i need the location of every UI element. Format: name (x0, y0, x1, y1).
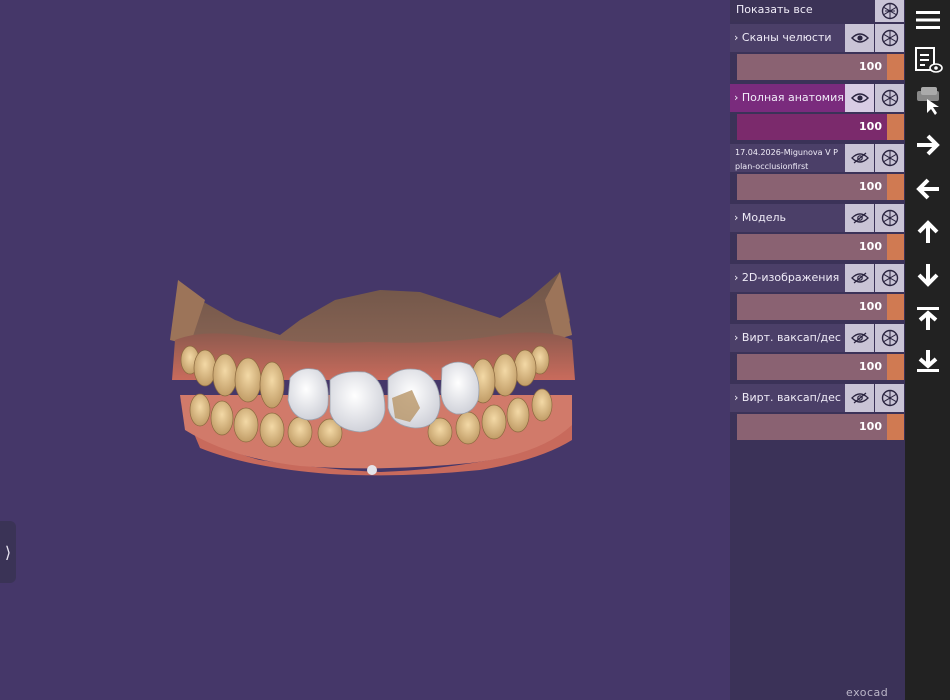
view-bottom-icon (916, 350, 939, 372)
eye-half-icon[interactable] (845, 384, 874, 412)
transparency-value: 100 (859, 240, 882, 253)
visibility-group[interactable]: › 2D-изображения 100 (730, 264, 905, 320)
3d-viewport[interactable]: ⟩ (0, 0, 730, 700)
group-header[interactable]: 17.04.2026-Migunova V Pplan-occlusionfir… (730, 144, 845, 172)
group-label: › 2D-изображения (734, 271, 840, 284)
show-all-label: Показать все (736, 3, 813, 16)
group-label: › Модель (734, 211, 787, 224)
transparency-value: 100 (859, 420, 882, 433)
expand-left-panel-button[interactable]: ⟩ (0, 521, 16, 583)
select-object-button[interactable] (905, 82, 950, 122)
transparency-value: 100 (859, 60, 882, 73)
wireframe-icon[interactable] (875, 84, 904, 112)
eye-half-icon[interactable] (845, 144, 874, 172)
wireframe-icon[interactable] (875, 144, 904, 172)
exocad-logo: exocad (846, 686, 889, 699)
transparency-value: 100 (859, 120, 882, 133)
eye-icon[interactable] (845, 84, 874, 112)
slider-handle[interactable] (887, 354, 904, 380)
eye-half-icon[interactable] (845, 204, 874, 232)
visibility-group[interactable]: › Вирт. ваксап/дес 100 (730, 324, 905, 380)
group-header[interactable]: › Полная анатомия (730, 84, 845, 112)
group-header[interactable]: › Вирт. ваксап/дес (730, 324, 845, 352)
move-down-button[interactable] (905, 255, 950, 295)
wireframe-icon[interactable] (875, 324, 904, 352)
group-header[interactable]: › 2D-изображения (730, 264, 845, 292)
view-top-icon (916, 307, 939, 330)
wireframe-icon[interactable] (875, 204, 904, 232)
group-header[interactable]: › Модель (730, 204, 845, 232)
wireframe-icon[interactable] (875, 24, 904, 52)
dental-3d-model[interactable] (0, 0, 730, 700)
visibility-group[interactable]: › Сканы челюсти 100 (730, 24, 905, 80)
transparency-value: 100 (859, 300, 882, 313)
visibility-group[interactable]: › Полная анатомия 100 (730, 84, 905, 140)
slider-handle[interactable] (887, 234, 904, 260)
visibility-list-icon (914, 47, 943, 73)
slider-handle[interactable] (887, 54, 904, 80)
group-label: › Вирт. ваксап/дес (734, 391, 841, 404)
right-toolbar (905, 0, 950, 700)
arrow-down-icon (917, 264, 938, 287)
group-header[interactable]: › Сканы челюсти (730, 24, 845, 52)
slider-handle[interactable] (887, 174, 904, 200)
group-label: 17.04.2026-Migunova V Pplan-occlusionfir… (735, 148, 838, 171)
group-label: › Вирт. ваксап/дес (734, 331, 841, 344)
group-header[interactable]: › Вирт. ваксап/дес (730, 384, 845, 412)
arrow-left-icon (915, 178, 939, 200)
slider-handle[interactable] (887, 294, 904, 320)
object-visibility-panel: Показать все › Сканы челюсти 100 › Полная … (730, 0, 905, 700)
arrow-up-icon (917, 220, 938, 243)
menu-button[interactable] (905, 0, 950, 40)
previous-step-button[interactable] (905, 169, 950, 209)
wireframe-icon[interactable] (875, 0, 904, 22)
eye-half-icon[interactable] (845, 264, 874, 292)
chevron-right-icon: ⟩ (4, 542, 12, 562)
show-all-row[interactable]: Показать все (730, 0, 905, 22)
view-bottom-button[interactable] (905, 341, 950, 381)
visibility-group[interactable]: › Вирт. ваксап/дес 100 (730, 384, 905, 440)
arrow-right-icon (916, 134, 940, 156)
visibility-group[interactable]: › Модель 100 (730, 204, 905, 260)
wireframe-icon[interactable] (875, 264, 904, 292)
eye-half-icon[interactable] (845, 324, 874, 352)
group-label: › Полная анатомия (734, 91, 844, 104)
next-step-button[interactable] (905, 125, 950, 165)
transparency-value: 100 (859, 360, 882, 373)
visibility-group[interactable]: 17.04.2026-Migunova V Pplan-occlusionfir… (730, 144, 905, 200)
transparency-value: 100 (859, 180, 882, 193)
slider-handle[interactable] (887, 114, 904, 140)
menu-icon (915, 11, 940, 29)
group-label: › Сканы челюсти (734, 31, 832, 44)
hand-click-icon (916, 87, 939, 115)
wireframe-icon[interactable] (875, 384, 904, 412)
view-top-button[interactable] (905, 298, 950, 338)
move-up-button[interactable] (905, 212, 950, 252)
eye-icon[interactable] (845, 24, 874, 52)
visibility-list-button[interactable] (905, 40, 950, 80)
slider-handle[interactable] (887, 414, 904, 440)
